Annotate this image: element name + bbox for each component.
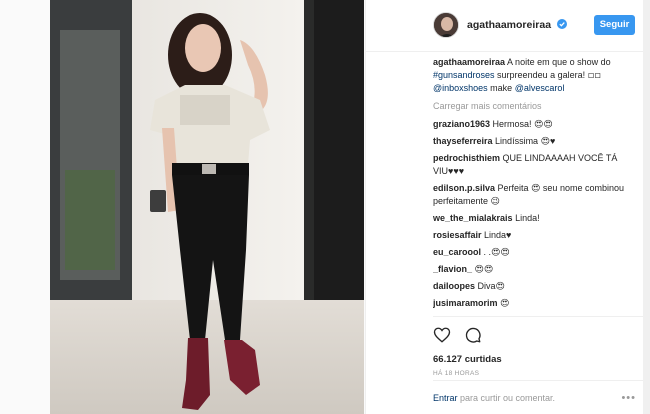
- comment-username[interactable]: _flavion_: [433, 264, 472, 274]
- comment-username[interactable]: thayseferreira: [433, 136, 493, 146]
- comment-item: we_the_mialakrais Linda!: [433, 212, 645, 225]
- comment-item: dailoopes Diva😍: [433, 280, 645, 293]
- caption-text-3: make: [487, 83, 515, 93]
- comment-text: Lindíssima 😍♥: [492, 136, 556, 146]
- follow-button[interactable]: Seguir: [594, 15, 635, 35]
- comment-item: rosiesaffair Linda♥: [433, 229, 645, 242]
- caption-emoji: ◽◽: [587, 70, 601, 80]
- avatar-image: [434, 13, 458, 37]
- post-caption: agathaamoreiraa A noite em que o show do…: [433, 56, 645, 95]
- comment-item: graziano1963 Hermosa! 😍😍: [433, 118, 645, 131]
- caption-text-2: surpreendeu a galera!: [494, 70, 588, 80]
- comments-list[interactable]: agathaamoreiraa A noite em que o show do…: [433, 56, 645, 310]
- comment-item: thayseferreira Lindíssima 😍♥: [433, 135, 645, 148]
- photo-image: [50, 0, 364, 414]
- comment-username[interactable]: pedrochisthiem: [433, 153, 500, 163]
- heart-icon[interactable]: [433, 326, 451, 344]
- comment-username[interactable]: graziano1963: [433, 119, 490, 129]
- caption-username[interactable]: agathaamoreiraa: [433, 57, 505, 67]
- comment-text: Hermosa! 😍😍: [490, 119, 553, 129]
- comment-text: 😍: [497, 298, 510, 308]
- caption-text: A noite em que o show do: [505, 57, 611, 67]
- caption-mention-inboxshoes[interactable]: @inboxshoes: [433, 83, 488, 93]
- page-scrollbar[interactable]: [643, 0, 650, 414]
- comment-text: Linda!: [512, 213, 540, 223]
- load-more-comments[interactable]: Carregar mais comentários: [433, 101, 645, 111]
- caption-mention-alvescarol[interactable]: @alvescarol: [515, 83, 565, 93]
- comment-item: _flavion_ 😍😍: [433, 263, 645, 276]
- action-icons: [433, 326, 645, 346]
- comment-icon[interactable]: [464, 326, 482, 344]
- post-header: agathaamoreiraa Seguir: [366, 0, 650, 52]
- comment-item: edilson.p.silva Perfeita 😍 seu nome comb…: [433, 182, 645, 208]
- login-prompt: Entrar para curtir ou comentar.: [433, 380, 645, 403]
- comment-username[interactable]: rosiesaffair: [433, 230, 482, 240]
- comment-username[interactable]: dailoopes: [433, 281, 475, 291]
- comment-item: pedrochisthiem QUE LINDAAAAH VOCÊ TÁ VIU…: [433, 152, 645, 178]
- login-prompt-text: para curtir ou comentar.: [457, 393, 556, 403]
- more-options-icon[interactable]: •••: [621, 392, 636, 404]
- likes-count[interactable]: 66.127 curtidas: [433, 354, 645, 365]
- username-link[interactable]: agathaamoreiraa: [467, 19, 567, 31]
- comment-text: Linda♥: [481, 230, 512, 240]
- post-actions: 66.127 curtidas HÁ 18 HORAS: [433, 316, 645, 377]
- login-link[interactable]: Entrar: [433, 393, 458, 403]
- comment-username[interactable]: eu_caroool: [433, 247, 481, 257]
- comment-username[interactable]: edilson.p.silva: [433, 183, 495, 193]
- comment-text: 😍😍: [472, 264, 494, 274]
- post-details-panel: agathaamoreiraa Seguir agathaamoreiraa A…: [365, 0, 650, 414]
- comment-username[interactable]: jusimaramorim: [433, 298, 498, 308]
- comment-item: eu_caroool . .😍😍: [433, 246, 645, 259]
- verified-badge-icon: [556, 19, 567, 29]
- comment-text: Diva😍: [475, 281, 505, 291]
- post-timestamp: HÁ 18 HORAS: [433, 370, 480, 377]
- comment-item: jusimaramorim 😍: [433, 297, 645, 310]
- username-text[interactable]: agathaamoreiraa: [467, 19, 551, 31]
- avatar[interactable]: [433, 12, 459, 38]
- comment-username[interactable]: we_the_mialakrais: [433, 213, 513, 223]
- post-photo[interactable]: [50, 0, 364, 414]
- comment-text: . .😍😍: [481, 247, 510, 257]
- caption-hashtag[interactable]: #gunsandroses: [433, 70, 495, 80]
